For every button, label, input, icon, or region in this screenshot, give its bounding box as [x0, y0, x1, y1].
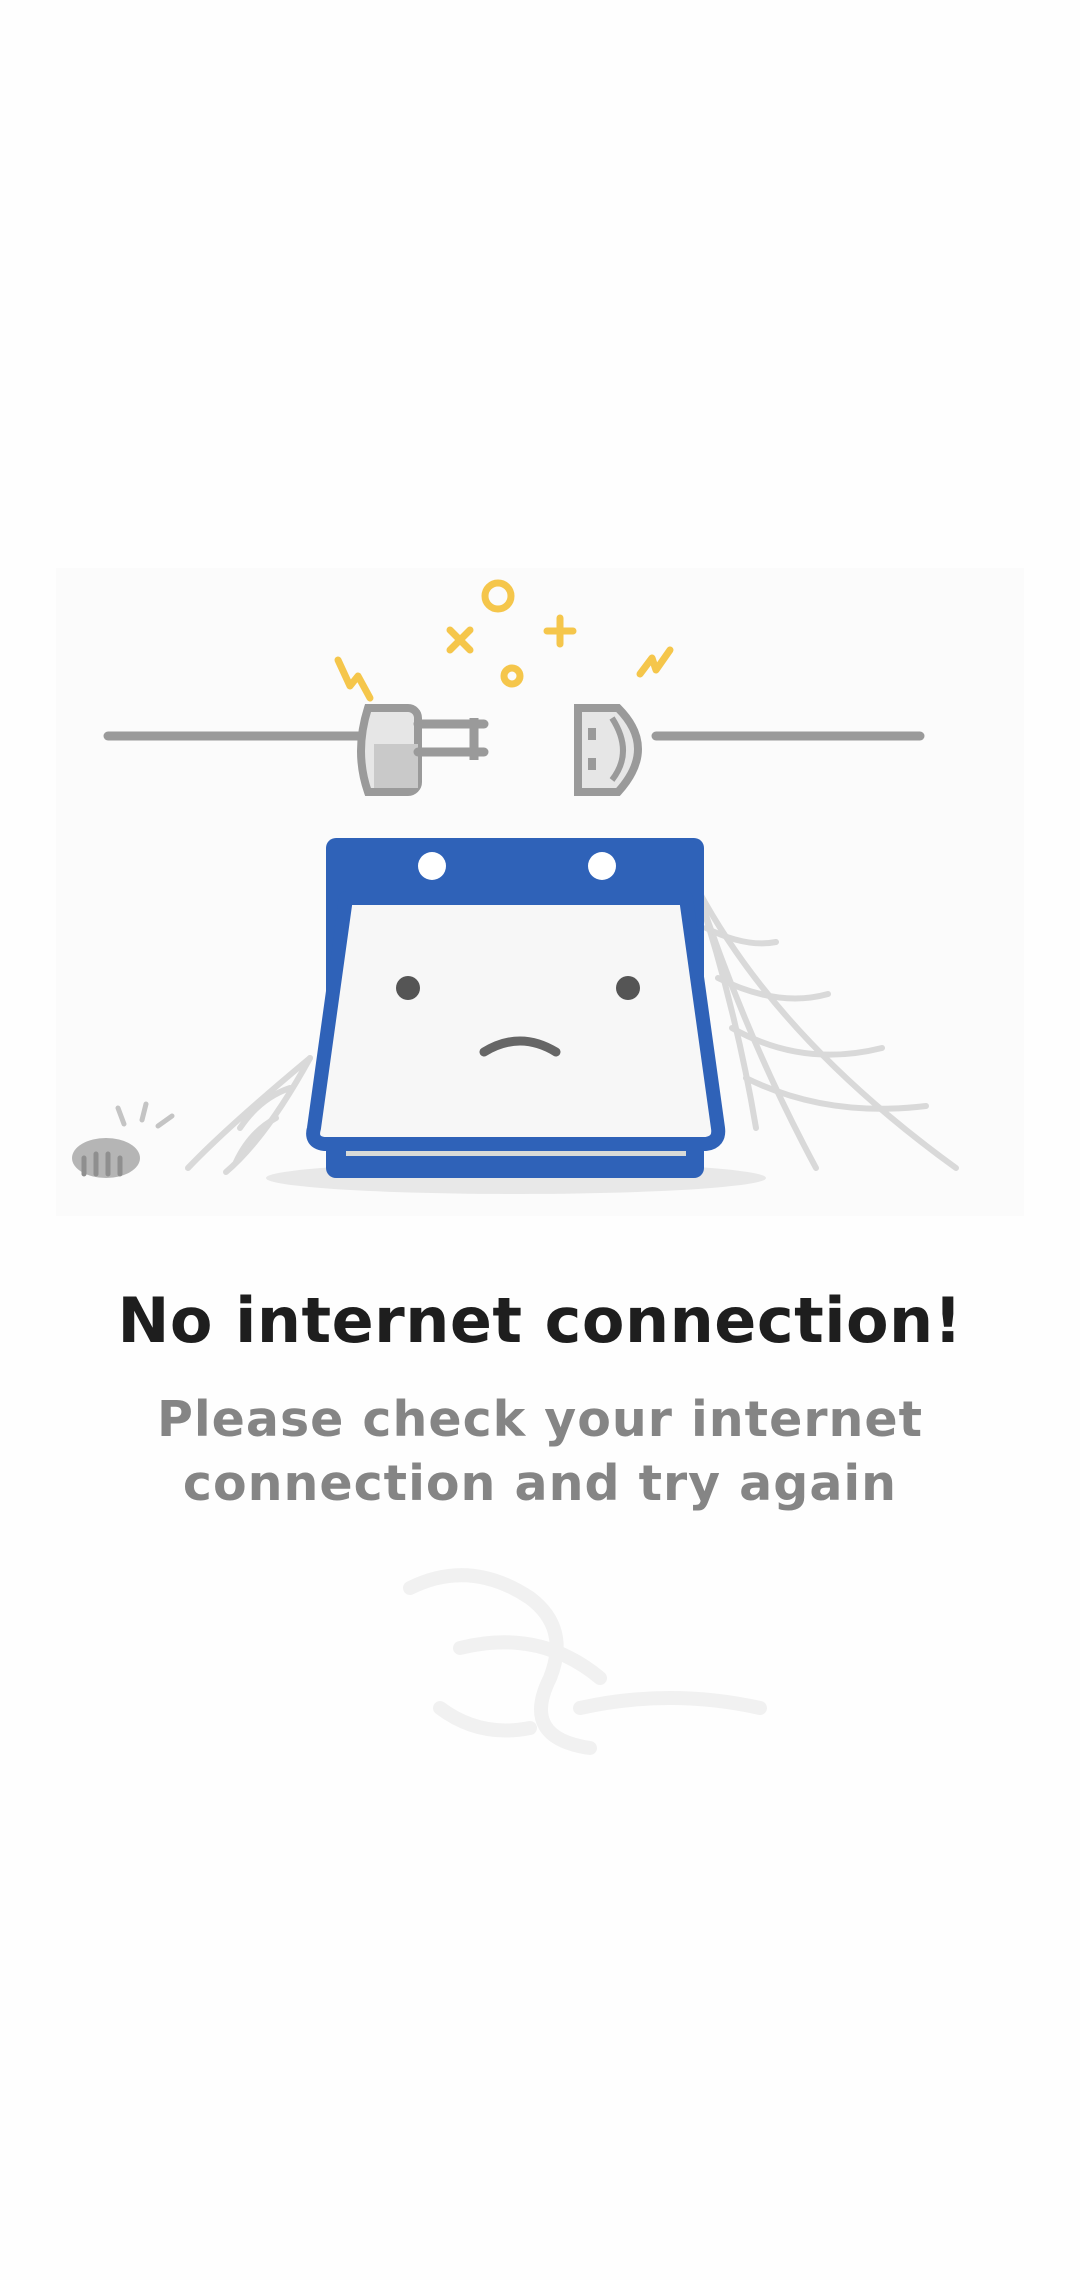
no-internet-screen: No internet connection! Please check you… — [0, 0, 1080, 2280]
error-title: No internet connection! — [117, 1284, 963, 1357]
no-connection-illustration — [56, 568, 1024, 1216]
plug-icon — [357, 704, 489, 796]
error-message: Please check your internet connection an… — [156, 1391, 924, 1512]
critter-icon — [72, 1101, 175, 1178]
faint-scribble-watermark-icon — [380, 1548, 860, 1778]
sad-calendar-icon — [306, 838, 726, 1178]
spark-icon — [334, 579, 674, 702]
socket-icon — [574, 704, 642, 796]
